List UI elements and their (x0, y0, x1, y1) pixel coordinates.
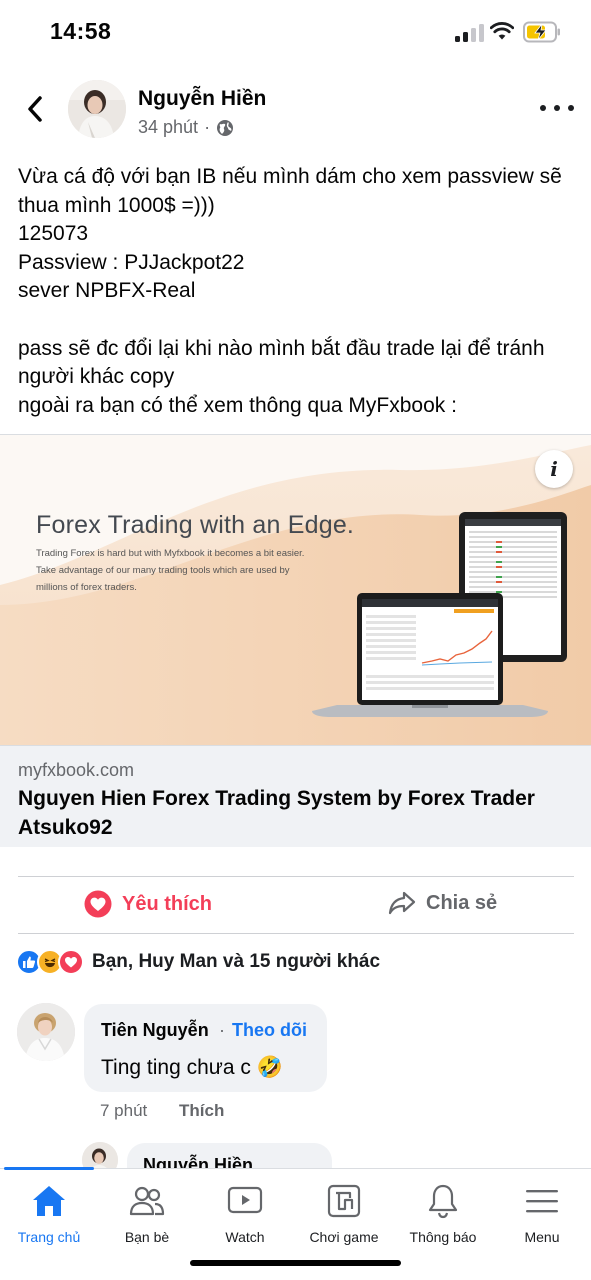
post-text-line: Vừa cá độ với bạn IB nếu mình dám cho xe… (18, 165, 562, 188)
comment-separator: · (219, 1020, 225, 1040)
post-text-line: 125073 (18, 222, 89, 246)
comment-like-button[interactable]: Thích (179, 1101, 224, 1121)
post-text-line: sever NPBFX-Real (18, 279, 196, 303)
nav-label: Bạn bè (124, 1229, 170, 1245)
wifi-icon (490, 22, 514, 40)
menu-icon (526, 1190, 558, 1213)
hero-title: Forex Trading with an Edge. (36, 511, 355, 539)
comment-bubble[interactable]: Tiên Nguyễn · Theo dõi Ting ting chưa c … (84, 1004, 327, 1092)
dot (540, 105, 546, 111)
link-preview-footer[interactable]: myfxbook.com Nguyen Hien Forex Trading S… (0, 745, 591, 847)
comment-author[interactable]: Tiên Nguyễn (101, 1020, 209, 1041)
like-button[interactable]: Yêu thích (84, 890, 212, 918)
active-tab-indicator (4, 1167, 94, 1170)
love-reaction-icon (84, 890, 112, 918)
share-label: Chia sẻ (426, 891, 498, 914)
link-preview-image[interactable]: Forex Trading with an Edge. Trading Fore… (0, 435, 591, 745)
nav-menu[interactable]: Menu (493, 1181, 591, 1245)
link-domain: myfxbook.com (18, 760, 135, 780)
dot (554, 105, 560, 111)
globe-icon (217, 119, 234, 136)
meta-separator: · (204, 117, 211, 137)
post-text: Vừa cá độ với bạn IB nếu mình dám cho xe… (18, 163, 583, 420)
link-preview-card[interactable]: Forex Trading with an Edge. Trading Fore… (0, 434, 591, 847)
nav-friends[interactable]: Bạn bè (98, 1181, 196, 1245)
link-title[interactable]: Nguyen Hien Forex Trading System by Fore… (18, 784, 578, 842)
cellular-signal-icon (455, 24, 485, 42)
post-text-line: pass sẽ đc đổi lại khi nào mình bắt đầu … (18, 336, 545, 360)
nav-label: Thông báo (409, 1229, 477, 1245)
battery-charging-icon (523, 21, 560, 43)
status-time: 14:58 (50, 18, 112, 44)
comment-time: 7 phút (100, 1101, 148, 1120)
author-avatar[interactable] (68, 80, 126, 138)
post-text-blank-line (18, 306, 583, 335)
reactions-icons[interactable] (16, 949, 84, 975)
gaming-icon (327, 1184, 361, 1218)
nav-gaming[interactable]: Chơi game (295, 1181, 393, 1245)
nav-watch[interactable]: Watch (196, 1181, 294, 1245)
author-name[interactable]: Nguyễn Hiền (138, 87, 266, 111)
nav-home[interactable]: Trang chủ (0, 1181, 98, 1245)
nav-notifications[interactable]: Thông báo (394, 1181, 492, 1245)
chevron-left-icon (28, 96, 42, 122)
follow-button[interactable]: Theo dõi (232, 1020, 307, 1041)
like-label: Yêu thích (122, 892, 213, 915)
divider (18, 876, 574, 877)
watch-icon (227, 1186, 263, 1214)
nav-label: Trang chủ (17, 1229, 81, 1245)
love-icon (58, 949, 84, 975)
commenter-avatar[interactable] (17, 1003, 75, 1061)
home-icon (33, 1186, 65, 1216)
nav-label: Watch (225, 1229, 265, 1245)
dot (568, 105, 574, 111)
hero-subtitle-line: Trading Forex is hard but with Myfxbook … (36, 548, 305, 559)
post-text-line: ngoài ra bạn có thể xem thông qua MyFxbo… (18, 393, 457, 417)
share-button[interactable]: Chia sẻ (388, 890, 497, 916)
post-time[interactable]: 34 phút (138, 117, 198, 138)
nav-label: Menu (524, 1229, 560, 1245)
status-bar: 14:58 (0, 0, 591, 64)
post-text-line: thua mình 1000$ =))) (18, 193, 215, 217)
post-meta: 34 phút · (138, 117, 234, 138)
nav-label: Chơi game (309, 1229, 379, 1245)
bell-icon (428, 1184, 458, 1219)
info-button[interactable]: i (535, 450, 573, 488)
comment-text: Ting ting chưa c 🤣 (101, 1056, 283, 1079)
home-indicator[interactable] (190, 1260, 401, 1266)
back-button[interactable] (18, 90, 52, 128)
post-text-line: người khác copy (18, 365, 175, 389)
hero-subtitle-line: Take advantage of our many trading tools… (36, 565, 290, 576)
post-text-line: Passview : PJJackpot22 (18, 250, 245, 274)
hero-subtitle: Trading Forex is hard but with Myfxbook … (36, 545, 305, 596)
share-arrow-icon (388, 891, 416, 915)
hero-subtitle-line: millions of forex traders. (36, 582, 137, 593)
friends-icon (129, 1186, 165, 1216)
more-options-button[interactable] (540, 96, 574, 120)
reactions-summary[interactable]: Bạn, Huy Man và 15 người khác (92, 951, 380, 973)
divider (18, 933, 574, 934)
